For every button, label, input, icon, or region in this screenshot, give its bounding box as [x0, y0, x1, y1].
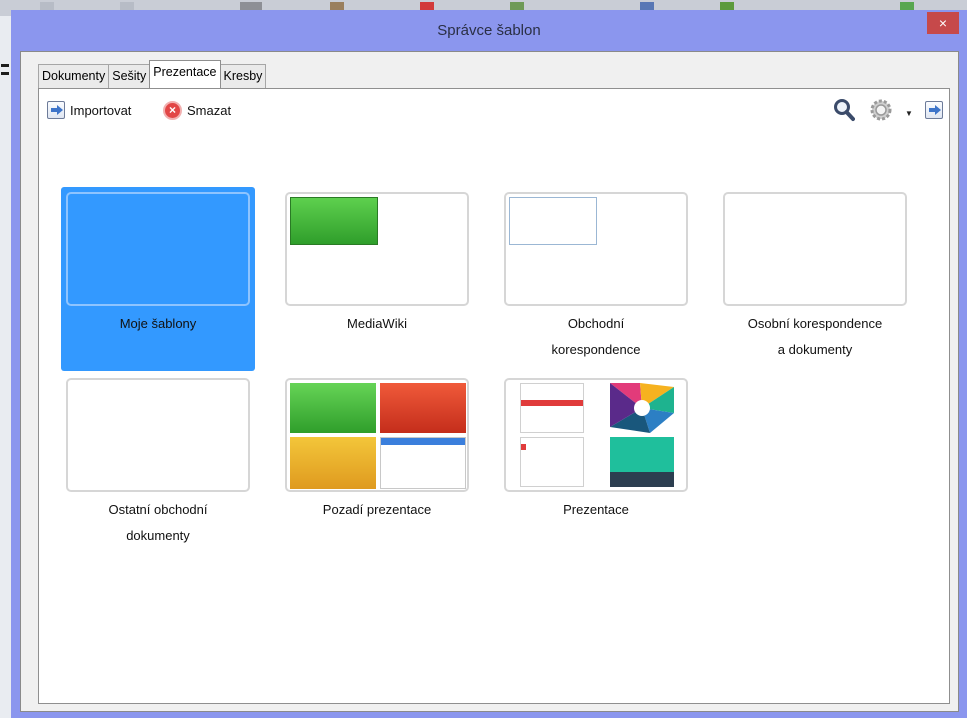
template-folder-label: Pozadí prezentace: [322, 502, 432, 517]
delete-button-label: Smazat: [187, 102, 232, 118]
template-folder-label: Obchodní korespondence: [551, 316, 641, 357]
gear-icon[interactable]: [869, 98, 893, 122]
import-icon[interactable]: [925, 101, 943, 119]
import-icon: [47, 101, 65, 119]
template-folder-my-templates[interactable]: Moje šablony: [61, 187, 255, 371]
folder-thumbnail: [285, 378, 469, 492]
import-button[interactable]: Importovat: [47, 98, 131, 122]
template-manager-dialog: Správce šablon × Dokumenty Sešity Prezen…: [11, 10, 967, 718]
close-button[interactable]: ×: [927, 12, 959, 34]
background-app-ruler: [0, 16, 11, 718]
template-folder-label: Osobní korespondence a dokumenty: [747, 316, 883, 357]
folder-thumbnail: [504, 378, 688, 492]
import-button-label: Importovat: [70, 102, 132, 118]
template-folder-business-correspondence[interactable]: Obchodní korespondence: [499, 187, 693, 371]
slide-thumbnail: [520, 437, 584, 487]
slide-thumbnail: [380, 437, 466, 489]
template-folder-presentation-backgrounds[interactable]: Pozadí prezentace: [280, 373, 474, 557]
tab-spreadsheets[interactable]: Sešity: [108, 64, 151, 88]
template-folder-mediawiki[interactable]: MediaWiki: [280, 187, 474, 371]
title-bar[interactable]: Správce šablon ×: [11, 10, 967, 51]
chevron-down-icon[interactable]: ▼: [905, 109, 913, 118]
delete-button[interactable]: × Smazat: [163, 98, 231, 122]
slide-thumbnail: [509, 197, 597, 245]
folder-thumbnail: [66, 192, 250, 306]
template-folder-label: Prezentace: [563, 502, 629, 517]
slide-thumbnail: [290, 197, 378, 245]
slide-thumbnail: [520, 383, 584, 433]
folder-thumbnail: [285, 192, 469, 306]
tab-documents[interactable]: Dokumenty: [38, 64, 110, 88]
templates-panel: Importovat × Smazat ▼ Moje šablony Media…: [38, 88, 950, 704]
slide-thumbnail: [290, 437, 376, 489]
delete-icon: ×: [163, 100, 182, 120]
folder-thumbnail: [66, 378, 250, 492]
folder-thumbnail: [723, 192, 907, 306]
template-folder-personal-correspondence[interactable]: Osobní korespondence a dokumenty: [718, 187, 912, 371]
dialog-title: Správce šablon: [437, 22, 541, 39]
tab-drawings[interactable]: Kresby: [219, 64, 267, 88]
tab-presentations[interactable]: Prezentace: [149, 60, 221, 88]
folder-thumbnail: [504, 192, 688, 306]
template-folder-label: Moje šablony: [119, 316, 197, 331]
template-folder-label: Ostatní obchodní dokumenty: [108, 502, 208, 543]
template-folder-label: MediaWiki: [347, 316, 407, 331]
tab-bar: Dokumenty Sešity Prezentace Kresby: [38, 60, 267, 88]
template-folder-other-business-documents[interactable]: Ostatní obchodní dokumenty: [61, 373, 255, 557]
slide-thumbnail: [610, 383, 674, 433]
slide-thumbnail: [380, 383, 466, 433]
dialog-client-area: Dokumenty Sešity Prezentace Kresby Impor…: [20, 51, 959, 712]
slide-thumbnail: [290, 383, 376, 433]
template-folder-presentations[interactable]: Prezentace: [499, 373, 693, 557]
search-icon[interactable]: [833, 98, 855, 122]
slide-thumbnail: [610, 437, 674, 487]
